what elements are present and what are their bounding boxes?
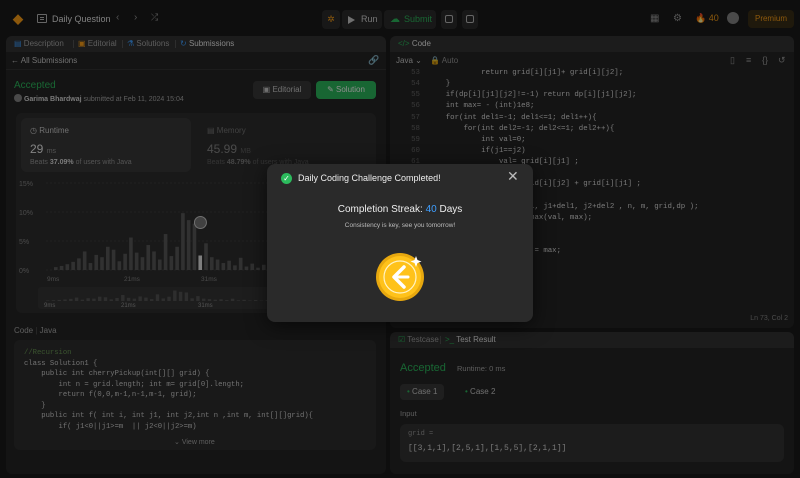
streak-prefix: Completion Streak: [337,204,423,215]
coin-icon [376,253,424,301]
challenge-complete-dialog: ✓ Daily Coding Challenge Completed! ✕ Co… [267,164,533,322]
close-icon[interactable]: ✕ [507,168,519,185]
streak-suffix: Days [439,204,463,215]
dialog-title: Daily Coding Challenge Completed! [298,173,441,183]
dialog-message: Consistency is key, see you tomorrow! [344,222,456,229]
check-circle-icon: ✓ [281,173,292,184]
streak-number: 40 [425,204,437,215]
completion-streak: Completion Streak: 40 Days [267,204,533,215]
